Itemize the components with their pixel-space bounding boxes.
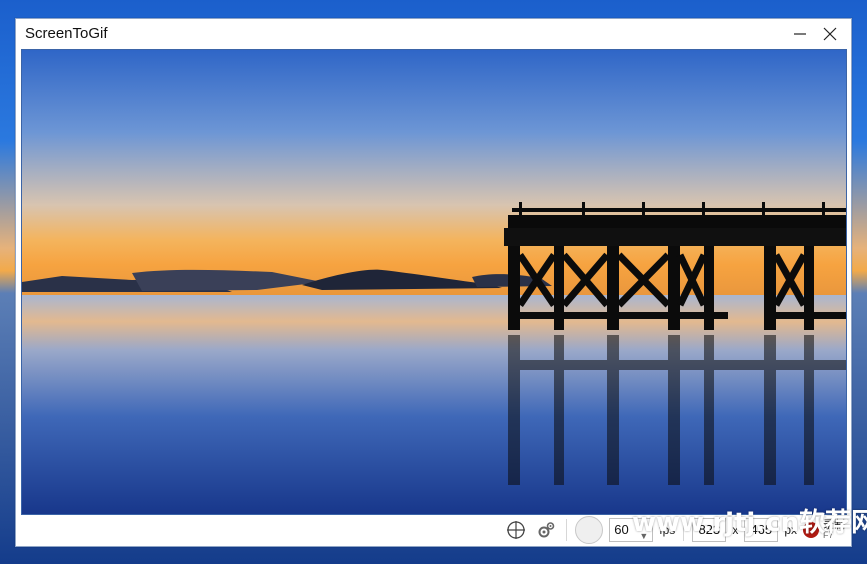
snap-to-window-button[interactable] [504,518,528,542]
options-button[interactable] [534,518,558,542]
window-title: ScreenToGif [25,25,108,42]
gears-icon [538,521,555,537]
fps-value: 60 [614,522,629,537]
captured-scene [22,50,846,514]
minimize-button[interactable] [785,19,815,49]
crosshair-icon [507,520,526,539]
site-watermark: www.rjtj.cn软荐网 [632,508,867,538]
close-icon [823,27,837,41]
titlebar[interactable]: ScreenToGif [16,19,851,49]
capture-area[interactable] [21,49,847,515]
capture-mode-button[interactable] [575,515,604,544]
close-button[interactable] [815,19,845,49]
toolbar-separator [566,518,568,541]
minimize-icon [794,33,806,35]
screentogif-window: ScreenToGif 60 ▼ fps 823 x 465 px 录制 F7 [15,18,852,547]
